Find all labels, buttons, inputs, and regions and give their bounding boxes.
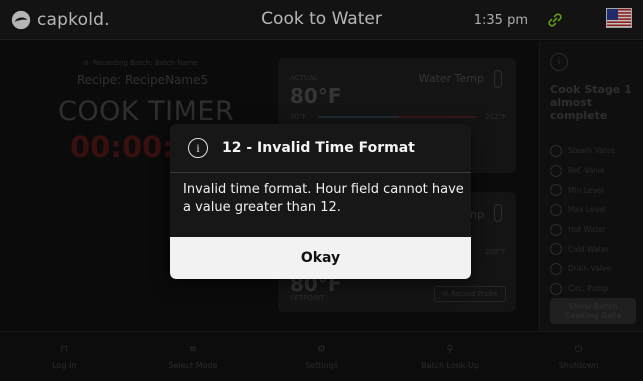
info-icon: i — [188, 138, 208, 158]
dialog-divider — [170, 172, 471, 173]
error-dialog: i 12 - Invalid Time Format Invalid time … — [170, 124, 471, 279]
okay-button[interactable]: Okay — [170, 237, 471, 279]
dialog-header: i 12 - Invalid Time Format — [170, 124, 471, 172]
dialog-title: 12 - Invalid Time Format — [222, 140, 415, 156]
dialog-message: Invalid time format. Hour field cannot h… — [183, 182, 464, 215]
